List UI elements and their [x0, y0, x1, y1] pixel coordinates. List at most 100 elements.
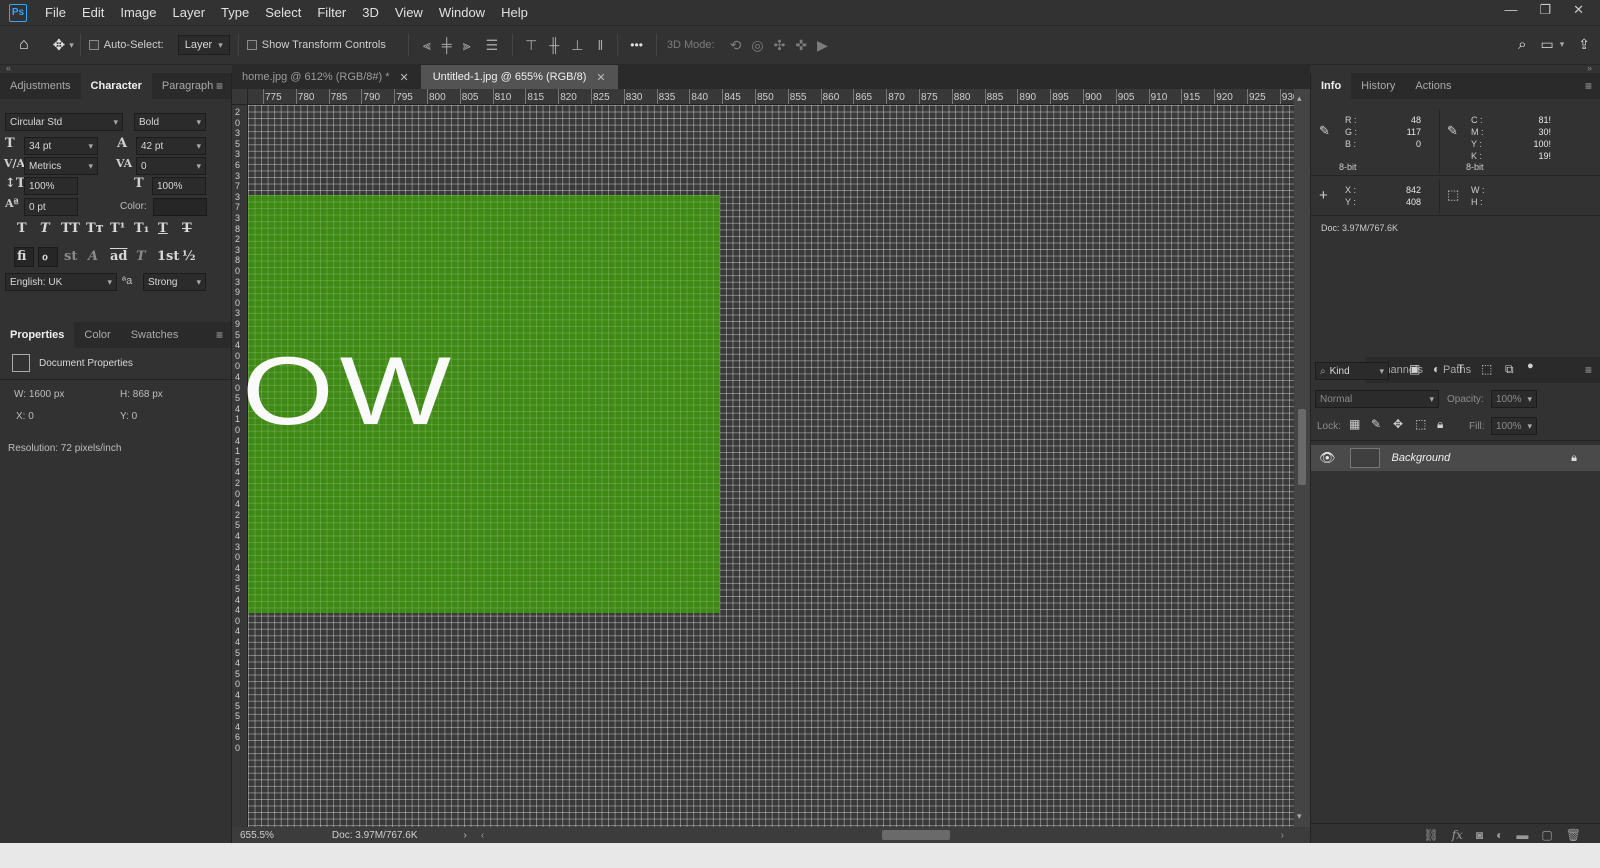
blend-mode-dropdown[interactable]: Normal ▾ — [1315, 390, 1439, 408]
ordinals-button[interactable]: 1st — [157, 249, 179, 264]
align-left-icon[interactable]: ⫷ — [423, 37, 431, 54]
menu-view[interactable]: View — [395, 5, 423, 20]
menu-image[interactable]: Image — [120, 5, 156, 20]
filter-pixel-icon[interactable]: ▣ — [1409, 362, 1420, 376]
mask-icon[interactable]: ◙ — [1476, 828, 1483, 842]
auto-select-checkbox[interactable] — [88, 40, 99, 50]
underline-button[interactable]: T — [158, 221, 168, 236]
menu-type[interactable]: Type — [221, 5, 249, 20]
scroll-down-icon[interactable]: ▾ — [1297, 811, 1302, 822]
stylistic-alternates-button[interactable]: A — [88, 249, 98, 264]
close-icon[interactable]: ✕ — [1573, 2, 1584, 18]
menu-file[interactable]: File — [45, 5, 66, 20]
3d-orbit-icon[interactable]: ⟲ — [730, 37, 742, 54]
menu-select[interactable]: Select — [265, 5, 301, 20]
eye-icon[interactable]: 👁︎ — [1319, 450, 1336, 466]
show-transform-checkbox[interactable] — [246, 40, 257, 50]
menu-3d[interactable]: 3D — [362, 5, 379, 20]
lock-image-icon[interactable]: ✎ — [1371, 417, 1381, 431]
subscript-button[interactable]: T₁ — [134, 221, 149, 236]
filter-type-icon[interactable]: T — [1457, 362, 1464, 376]
panel-menu-icon[interactable]: ≡ — [216, 79, 223, 93]
auto-select-target-dropdown[interactable]: Layer ▾ — [177, 35, 230, 55]
panel-menu-icon[interactable]: ≡ — [216, 328, 223, 342]
superscript-button[interactable]: T¹ — [110, 221, 125, 236]
filter-adjustment-icon[interactable]: ◐ — [1433, 362, 1440, 376]
workspace-icon[interactable]: ▭ — [1541, 36, 1554, 53]
3d-pan-icon[interactable]: ✣ — [774, 37, 786, 54]
home-icon[interactable]: ⌂ — [19, 36, 29, 54]
zoom-level[interactable]: 655.5% — [240, 830, 274, 841]
tab-color[interactable]: Color — [74, 322, 120, 348]
more-options-icon[interactable]: ••• — [630, 38, 643, 52]
tab-character[interactable]: Character — [80, 73, 152, 99]
titling-alternates-button[interactable]: ad — [110, 249, 128, 264]
lock-all-icon[interactable]: 🔒︎ — [1437, 417, 1443, 432]
scroll-left-icon[interactable]: ‹ — [481, 830, 484, 841]
close-icon[interactable]: ✕ — [596, 71, 605, 84]
tab-properties[interactable]: Properties — [0, 322, 75, 348]
filter-smart-object-icon[interactable]: ⧉ — [1505, 362, 1514, 377]
small-caps-button[interactable]: Tт — [86, 221, 104, 236]
layer-row-background[interactable]: 👁︎ Background 🔒︎ — [1311, 445, 1600, 471]
status-menu-icon[interactable]: › — [464, 830, 467, 841]
chevron-down-icon[interactable]: ▾ — [1560, 39, 1565, 50]
align-center-h-icon[interactable]: ╪ — [442, 37, 452, 53]
tab-paragraph[interactable]: Paragraph — [152, 73, 223, 99]
anti-alias-dropdown[interactable]: Strong ▾ — [143, 273, 206, 291]
collapse-left-icon[interactable]: « — [6, 63, 11, 73]
filter-toggle-icon[interactable]: ● — [1527, 360, 1534, 372]
opacity-field[interactable]: 100% ▾ — [1491, 390, 1537, 408]
link-icon[interactable]: ⛓︎ — [1423, 828, 1438, 842]
fill-field[interactable]: 100% ▾ — [1491, 417, 1537, 435]
align-right-icon[interactable]: ⫸ — [463, 37, 471, 54]
fx-icon[interactable]: fx — [1452, 828, 1463, 842]
horizontal-scrollbar-thumb[interactable] — [882, 830, 950, 840]
faux-bold-button[interactable]: T — [17, 221, 27, 236]
3d-roll-icon[interactable]: ◎ — [751, 37, 763, 54]
document-canvas[interactable]: OW — [242, 105, 1294, 827]
baseline-shift-field[interactable]: 0 pt — [24, 198, 78, 216]
3d-camera-icon[interactable]: ▶ — [817, 37, 828, 54]
collapse-right-icon[interactable]: » — [1587, 63, 1592, 73]
font-style-dropdown[interactable]: Bold ▾ — [134, 113, 206, 131]
menu-help[interactable]: Help — [501, 5, 528, 20]
lock-transparent-icon[interactable]: ▦ — [1349, 417, 1360, 431]
swash-button[interactable]: st — [64, 249, 77, 264]
scroll-right-icon[interactable]: › — [1281, 830, 1284, 841]
scrollbar-thumb[interactable] — [1298, 409, 1306, 485]
new-layer-icon[interactable]: ▢ — [1541, 828, 1552, 842]
chevron-down-icon[interactable]: ▾ — [69, 40, 74, 51]
layer-filter-dropdown[interactable]: ⌕ Kind ▾ — [1315, 362, 1389, 380]
panel-menu-icon[interactable]: ≡ — [1585, 79, 1592, 93]
menu-layer[interactable]: Layer — [173, 5, 206, 20]
faux-italic-button[interactable]: T — [40, 221, 50, 236]
restore-icon[interactable]: ❐ — [1539, 2, 1551, 18]
group-icon[interactable]: ▬ — [1516, 828, 1528, 842]
horizontal-scale-field[interactable]: 100% — [152, 177, 206, 195]
share-icon[interactable]: ⇪ — [1578, 36, 1590, 53]
text-color-swatch[interactable] — [153, 198, 207, 216]
font-size-field[interactable]: 34 pt ▾ — [24, 137, 98, 155]
vertical-ruler[interactable]: 2035363737382380390395400405410415420425… — [232, 105, 248, 827]
tab-adjustments[interactable]: Adjustments — [0, 73, 81, 99]
doc-tab-home[interactable]: home.jpg @ 612% (RGB/8#) * ✕ — [232, 65, 421, 89]
fractions-button[interactable]: ½ — [182, 249, 196, 264]
kerning-dropdown[interactable]: Metrics ▾ — [24, 157, 98, 175]
distribute-v-icon[interactable]: ☰ — [486, 37, 499, 54]
align-middle-v-icon[interactable]: ╫ — [549, 37, 559, 53]
eyedropper-icon[interactable]: ✎ — [1319, 123, 1330, 139]
minimize-icon[interactable]: — — [1504, 2, 1517, 18]
contextual-alternates-button[interactable]: T — [136, 249, 146, 264]
move-tool-icon[interactable]: ✥ — [53, 36, 66, 54]
all-caps-button[interactable]: TT — [61, 221, 80, 236]
lock-position-icon[interactable]: ✥ — [1393, 417, 1403, 431]
tab-swatches[interactable]: Swatches — [121, 322, 189, 348]
strikethrough-button[interactable]: T — [182, 221, 192, 236]
menu-edit[interactable]: Edit — [82, 5, 104, 20]
tab-history[interactable]: History — [1351, 73, 1405, 99]
close-icon[interactable]: ✕ — [400, 71, 409, 84]
search-icon[interactable]: ⌕ — [1518, 36, 1526, 53]
menu-window[interactable]: Window — [439, 5, 485, 20]
eyedropper-icon[interactable]: ✎ — [1447, 123, 1458, 139]
